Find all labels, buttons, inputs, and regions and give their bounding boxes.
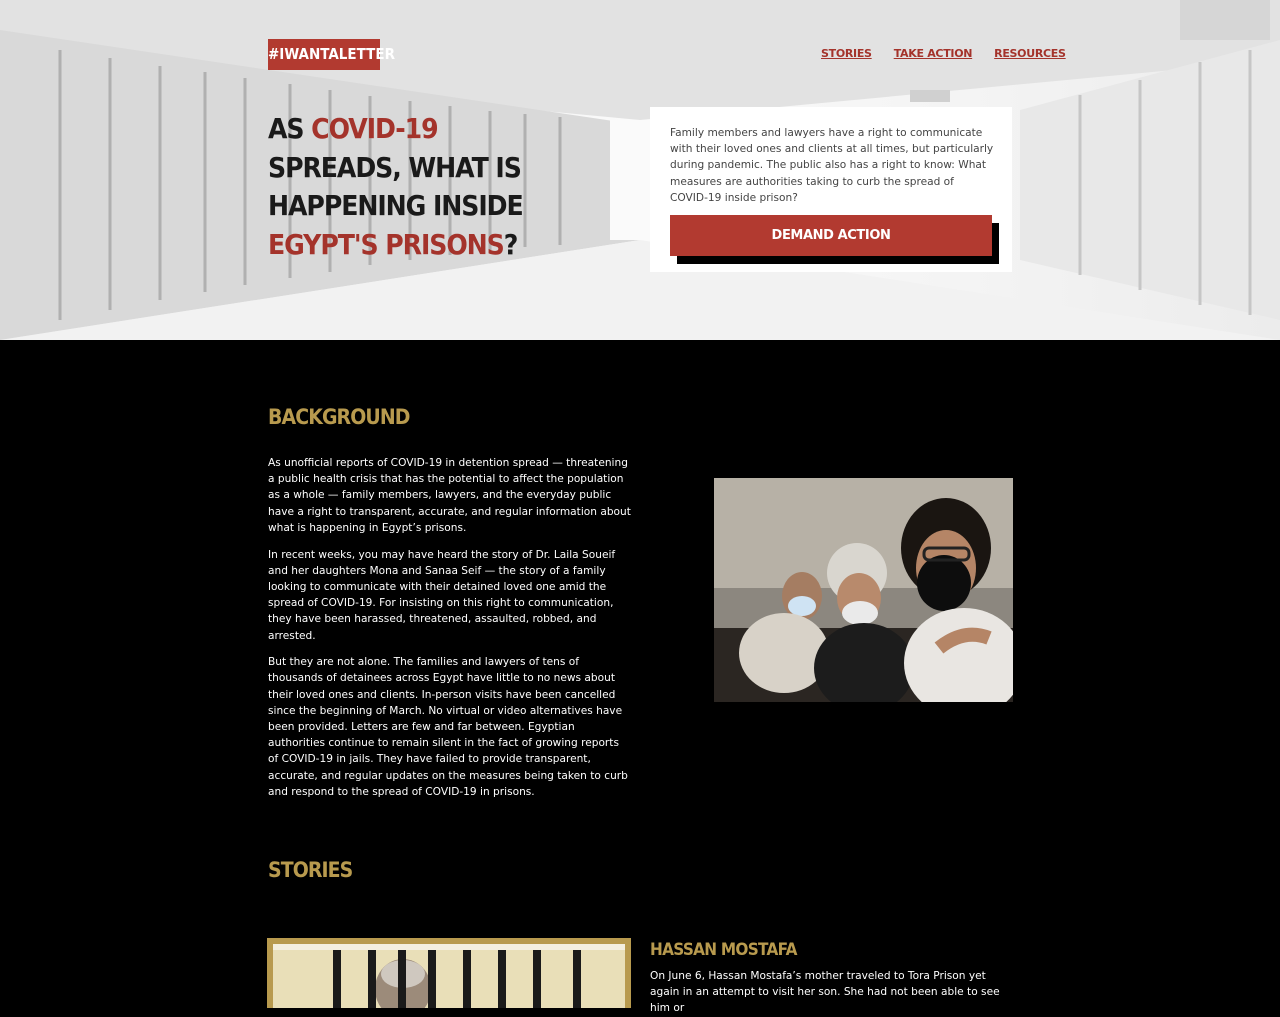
headline-text-3: ? bbox=[503, 227, 519, 261]
hero-headline: AS COVID-19 SPREADS, WHAT IS HAPPENING I… bbox=[268, 110, 556, 264]
stories-heading: STORIES bbox=[268, 858, 353, 882]
nav-resources-link[interactable]: RESOURCES bbox=[994, 47, 1066, 60]
headline-highlight-covid: COVID-19 bbox=[311, 112, 438, 145]
family-photo bbox=[714, 478, 1013, 702]
headline-text-2: SPREADS, WHAT IS HAPPENING INSIDE bbox=[268, 150, 524, 223]
story-text: On June 6, Hassan Mostafa’s mother trave… bbox=[650, 970, 1000, 1015]
story-photo bbox=[273, 944, 625, 1008]
headline-text-1: AS bbox=[268, 112, 312, 145]
main-nav: STORIES TAKE ACTION RESOURCES bbox=[821, 47, 1066, 60]
story-name: HASSAN MOSTAFA bbox=[650, 940, 797, 960]
background-paragraph: As unofficial reports of COVID-19 in det… bbox=[268, 457, 631, 534]
background-paragraph: In recent weeks, you may have heard the … bbox=[268, 548, 616, 642]
prison-corridor-background bbox=[0, 0, 1280, 340]
nav-stories-link[interactable]: STORIES bbox=[821, 47, 872, 60]
hero-card-text: Family members and lawyers have a right … bbox=[670, 127, 994, 204]
hero-section: #IWANTALETTER STORIES TAKE ACTION RESOUR… bbox=[0, 0, 1280, 340]
background-text: As unofficial reports of COVID-19 in det… bbox=[268, 455, 632, 811]
brand-logo[interactable]: #IWANTALETTER bbox=[268, 39, 395, 70]
background-heading: BACKGROUND bbox=[268, 405, 410, 429]
headline-highlight-prisons: EGYPT'S PRISONS bbox=[268, 227, 505, 261]
nav-take-action-link[interactable]: TAKE ACTION bbox=[894, 47, 973, 60]
background-paragraph: But they are not alone. The families and… bbox=[268, 656, 628, 798]
demand-action-button[interactable]: DEMAND ACTION bbox=[670, 215, 992, 256]
